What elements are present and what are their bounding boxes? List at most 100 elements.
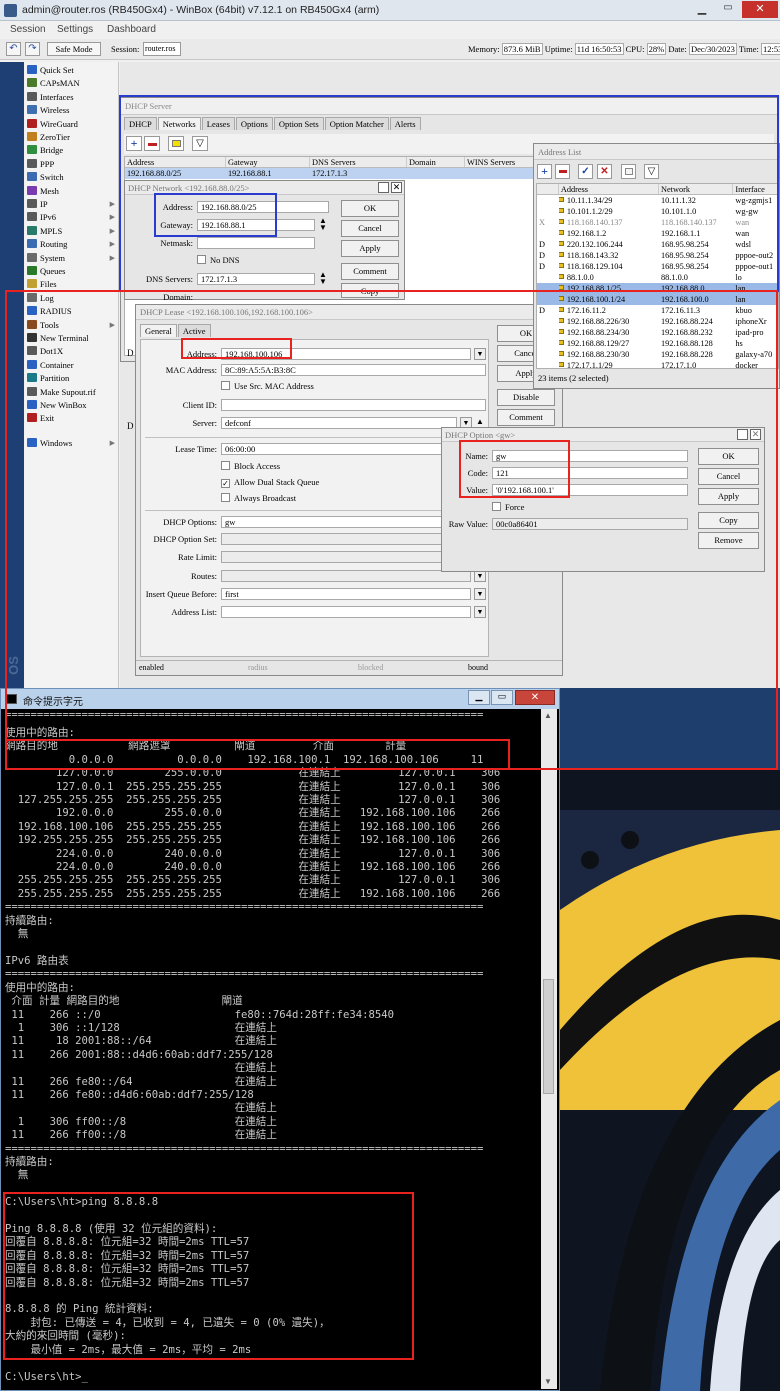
cmd-line: ========================================…	[5, 901, 484, 914]
sidebar-item-label: MPLS	[40, 225, 63, 236]
cmd-line: 持續路由:	[5, 1156, 54, 1168]
cmd-line: ========================================…	[5, 1142, 484, 1155]
capsman-icon	[27, 78, 37, 88]
cmd-line: 在連結上	[5, 1062, 277, 1075]
zerotier-icon	[27, 132, 37, 141]
menu-settings[interactable]: Settings	[57, 24, 93, 35]
menu-dashboard[interactable]: Dashboard	[107, 24, 156, 35]
submenu-arrow-icon: ▶	[109, 226, 115, 235]
sidebar-item-mesh[interactable]: Mesh	[27, 185, 117, 198]
cmd-line: 224.0.0.0 240.0.0.0 在連結上 127.0.0.1 306	[5, 847, 501, 860]
sidebar-item-switch[interactable]: Switch	[27, 171, 117, 184]
cmd-line: 11 266 fe80::d4d6:60ab:ddf7:255/128	[5, 1088, 254, 1101]
sidebar-item-label: Routing	[40, 239, 68, 250]
sidebar-item-system[interactable]: System ▶	[27, 252, 117, 265]
cpu-label: CPU:	[625, 44, 645, 54]
wireguard-icon	[27, 118, 37, 128]
cmd-line: 使用中的路由:	[5, 981, 75, 994]
cmd-line: 11 266 ff00::/8 在連結上	[5, 1129, 277, 1142]
winbox-app-icon	[4, 4, 17, 17]
wireless-icon	[27, 105, 37, 115]
sidebar-item-ipv6[interactable]: IPv6 ▶	[27, 211, 117, 224]
uptime-value: 11d 16:50:53	[574, 43, 624, 55]
toolbar: ↶ ↷ Safe Mode Session: router.ros Memory…	[0, 39, 780, 60]
scroll-thumb[interactable]	[543, 979, 554, 1094]
submenu-arrow-icon: ▶	[109, 213, 115, 222]
sidebar-item-wireguard[interactable]: WireGuard	[27, 118, 117, 131]
time-label: Time:	[738, 44, 759, 54]
sidebar-item-label: Bridge	[40, 145, 64, 156]
window-minimize-button[interactable]: ▁	[690, 2, 714, 17]
cmd-line: 192.0.0.0 255.0.0.0 在連結上 192.168.100.106…	[5, 807, 501, 820]
cmd-line: 192.168.100.106 255.255.255.255 在連結上 192…	[5, 820, 501, 833]
sidebar-item-routing[interactable]: Routing ▶	[27, 238, 117, 251]
switch-icon	[27, 172, 37, 182]
winbox-titlebar: admin@router.ros (RB450Gx4) - WinBox (64…	[0, 0, 780, 21]
files-icon	[27, 279, 37, 289]
scroll-down-icon[interactable]: ▼	[544, 1377, 552, 1386]
sidebar-item-queues[interactable]: Queues	[27, 265, 117, 278]
cmd-line: ========================================…	[5, 968, 484, 981]
cmd-line	[5, 942, 543, 955]
annotation-box-red	[459, 440, 570, 498]
sidebar-item-zerotier[interactable]: ZeroTier	[27, 131, 117, 144]
window-maximize-button[interactable]: ▭	[716, 2, 740, 17]
cmd-line: 127.0.0.1 255.255.255.255 在連結上 127.0.0.1…	[5, 780, 501, 793]
window-close-button[interactable]: ✕	[742, 1, 778, 18]
mpls-icon	[27, 225, 37, 235]
date-value: Dec/30/2023	[688, 43, 737, 55]
annotation-box-blue	[154, 193, 277, 237]
system-icon	[27, 252, 37, 262]
sidebar-item-label: Quick Set	[40, 65, 74, 75]
sidebar-item-label: Mesh	[40, 185, 59, 196]
safe-mode-button[interactable]: Safe Mode	[47, 42, 101, 56]
sidebar-item-label: ZeroTier	[40, 132, 70, 142]
cmd-line: 無	[5, 928, 29, 941]
memory-value: 873.6 MiB	[501, 43, 543, 55]
desktop-wallpaper	[560, 770, 780, 1391]
sidebar-item-ppp[interactable]: PPP	[27, 158, 117, 171]
annotation-box-red	[5, 290, 778, 770]
sidebar-item-label: Switch	[40, 172, 64, 183]
cmd-line: 11 18 2001:88::/64 在連結上	[5, 1035, 277, 1048]
submenu-arrow-icon: ▶	[109, 240, 115, 249]
sidebar-item-ip[interactable]: IP ▶	[27, 198, 117, 211]
sidebar-item-bridge[interactable]: Bridge	[27, 144, 117, 157]
session-label: Session:	[111, 44, 140, 54]
sidebar-item-label: IP	[40, 199, 48, 209]
redo-icon[interactable]: ↷	[25, 42, 40, 56]
sidebar-item-interfaces[interactable]: Interfaces	[27, 91, 117, 104]
sidebar-item-label: Wireless	[40, 105, 70, 116]
ipv6-icon	[27, 212, 37, 222]
cmd-line: 255.255.255.255 255.255.255.255 在連結上 192…	[5, 887, 501, 900]
cmd-scrollbar[interactable]: ▲ ▼	[541, 709, 557, 1389]
uptime-label: Uptime:	[544, 44, 573, 54]
cmd-line: 127.255.255.255 255.255.255.255 在連結上 127…	[5, 794, 501, 807]
menu-session[interactable]: Session	[10, 24, 46, 35]
cmd-line: 255.255.255.255 255.255.255.255 在連結上 127…	[5, 874, 501, 887]
sidebar-item-quick-set[interactable]: Quick Set	[27, 64, 117, 77]
annotation-box-red	[181, 338, 292, 359]
cmd-line: IPv6 路由表	[5, 954, 69, 967]
ip-icon	[27, 199, 37, 208]
cmd-line: 1 306 ::1/128 在連結上	[5, 1021, 277, 1034]
quick-set-icon	[27, 65, 37, 74]
sidebar-item-mpls[interactable]: MPLS ▶	[27, 225, 117, 238]
sidebar-item-label: WireGuard	[40, 118, 78, 129]
time-value: 12:53	[760, 43, 780, 55]
annotation-box-red	[3, 1192, 414, 1360]
cpu-value: 28%	[646, 43, 667, 55]
cmd-line: 介面 計量 網路目的地 閘道	[5, 995, 243, 1008]
menu-bar: Session Settings Dashboard	[0, 22, 780, 38]
winbox-title: admin@router.ros (RB450Gx4) - WinBox (64…	[22, 4, 380, 16]
cmd-line: 11 266 2001:88::d4d6:60ab:ddf7:255/128	[5, 1048, 273, 1061]
sidebar-item-wireless[interactable]: Wireless	[27, 104, 117, 117]
status-bar: Memory: 873.6 MiB Uptime: 11d 16:50:53 C…	[468, 43, 780, 55]
sidebar-item-label: System	[40, 252, 66, 263]
sidebar-item-label: Queues	[40, 266, 66, 276]
undo-icon[interactable]: ↶	[6, 42, 21, 56]
memory-label: Memory:	[468, 44, 500, 54]
session-field[interactable]: router.ros	[143, 42, 181, 56]
sidebar-item-capsman[interactable]: CAPsMAN	[27, 77, 117, 90]
bridge-icon	[27, 145, 37, 155]
